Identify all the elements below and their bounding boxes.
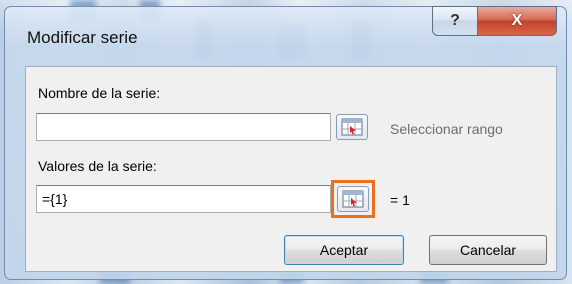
dialog-title: Modificar serie bbox=[27, 28, 138, 47]
series-values-input[interactable]: ={1} bbox=[36, 185, 331, 213]
select-range-hint: Seleccionar rango bbox=[390, 121, 503, 137]
series-name-range-button[interactable] bbox=[336, 114, 368, 140]
close-button[interactable]: X bbox=[477, 6, 557, 36]
series-values-result: = 1 bbox=[390, 192, 410, 208]
dialog-body: Nombre de la serie: Seleccionar rango Va… bbox=[25, 66, 557, 272]
range-select-icon bbox=[341, 118, 363, 136]
series-values-range-button[interactable] bbox=[337, 186, 369, 212]
close-icon: X bbox=[511, 12, 523, 29]
series-name-label: Nombre de la serie: bbox=[38, 85, 160, 101]
help-icon: ? bbox=[450, 12, 460, 29]
help-button[interactable]: ? bbox=[432, 6, 478, 36]
select-range-hint-text: Seleccionar rango bbox=[390, 121, 503, 137]
series-values-label-text: Valores de la serie: bbox=[38, 158, 157, 174]
cancel-button[interactable]: Cancelar bbox=[429, 235, 547, 265]
modify-series-dialog: Modificar serie ? X Nombre de la serie: bbox=[4, 6, 567, 280]
series-values-label: Valores de la serie: bbox=[38, 158, 157, 174]
range-select-icon bbox=[342, 190, 364, 208]
series-name-input[interactable] bbox=[36, 113, 331, 141]
ok-button[interactable]: Aceptar bbox=[284, 235, 404, 265]
series-name-label-text: Nombre de la serie: bbox=[38, 85, 161, 101]
